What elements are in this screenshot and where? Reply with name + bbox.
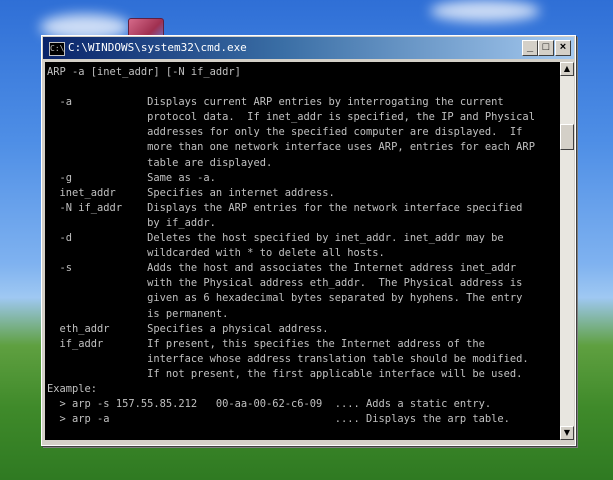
title-bar[interactable]: C:\ C:\WINDOWS\system32\cmd.exe _ □ × xyxy=(43,37,574,59)
console-line: table are displayed. xyxy=(47,156,273,169)
console-line: wildcarded with * to delete all hosts. xyxy=(47,247,385,260)
console-output[interactable]: ARP -a [inet_addr] [-N if_addr] -a Displ… xyxy=(45,62,560,440)
console-line: -s Adds the host and associates the Inte… xyxy=(47,262,517,275)
console-line: -N if_addr Displays the ARP entries for … xyxy=(47,201,523,214)
console-line: inet_addr Specifies an internet address. xyxy=(47,186,335,199)
close-button[interactable]: × xyxy=(555,40,571,56)
console-line: is permanent. xyxy=(47,307,229,320)
console-line: by if_addr. xyxy=(47,216,216,229)
console-text: ARP -a [inet_addr] [-N if_addr] -a Displ… xyxy=(45,62,560,427)
console-line: Example: xyxy=(47,382,98,395)
console-line: eth_addr Specifies a physical address. xyxy=(47,322,329,335)
console-line: addresses for only the specified compute… xyxy=(47,126,523,139)
console-line: with the Physical address eth_addr. The … xyxy=(47,277,523,290)
window-title: C:\WINDOWS\system32\cmd.exe xyxy=(68,41,247,54)
console-line: protocol data. If inet_addr is specified… xyxy=(47,111,535,124)
console-line: -d Deletes the host specified by inet_ad… xyxy=(47,232,504,245)
cmd-icon[interactable]: C:\ xyxy=(49,42,65,56)
vertical-scrollbar[interactable]: ▲ ▼ xyxy=(560,62,574,440)
minimize-button[interactable]: _ xyxy=(522,40,538,56)
scroll-thumb[interactable] xyxy=(560,124,574,150)
console-line: more than one network interface uses ARP… xyxy=(47,141,535,154)
cmd-window: C:\ C:\WINDOWS\system32\cmd.exe _ □ × AR… xyxy=(41,35,576,446)
console-line: > arp -a .... Displays the arp table. xyxy=(47,413,510,426)
cloud xyxy=(430,0,540,22)
maximize-button[interactable]: □ xyxy=(538,40,554,56)
console-line: if_addr If present, this specifies the I… xyxy=(47,337,485,350)
console-line: If not present, the first applicable int… xyxy=(47,367,523,380)
console-line: > arp -s 157.55.85.212 00-aa-00-62-c6-09… xyxy=(47,398,492,411)
console-line: interface whose address translation tabl… xyxy=(47,352,529,365)
scroll-down-arrow-icon[interactable]: ▼ xyxy=(560,426,574,440)
console-line: -a Displays current ARP entries by inter… xyxy=(47,96,504,109)
console-line: ARP -a [inet_addr] [-N if_addr] xyxy=(47,66,241,78)
console-line: given as 6 hexadecimal bytes separated b… xyxy=(47,292,523,305)
scroll-up-arrow-icon[interactable]: ▲ xyxy=(560,62,574,76)
console-line: -g Same as -a. xyxy=(47,171,216,184)
